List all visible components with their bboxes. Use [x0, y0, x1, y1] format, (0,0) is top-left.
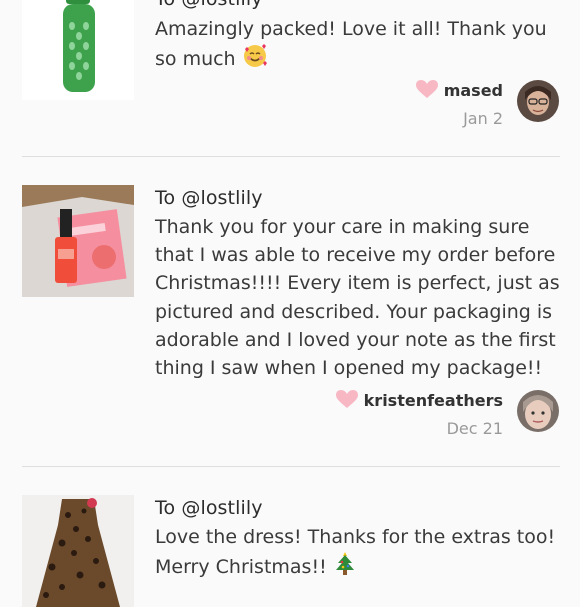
christmas-tree-icon — [333, 551, 357, 585]
review-date: Jan 2 — [463, 109, 503, 128]
product-thumbnail[interactable] — [22, 185, 134, 297]
reviewer-username[interactable]: kristenfeathers — [364, 391, 503, 410]
leopard-dress-image — [22, 495, 134, 607]
nail-polish-image — [22, 185, 134, 297]
divider — [22, 466, 560, 467]
product-thumbnail[interactable] — [22, 0, 134, 100]
heart-icon[interactable] — [335, 390, 358, 413]
review-date: Dec 21 — [446, 419, 503, 438]
review-meta: kristenfeathers Dec 21 — [335, 390, 503, 438]
product-thumbnail[interactable] — [22, 495, 134, 607]
reviewer-username[interactable]: mased — [444, 81, 503, 100]
review-meta: mased Jan 2 — [415, 80, 503, 128]
review-text: Thank you for your care in making sure t… — [155, 216, 560, 380]
reviewer-avatar[interactable] — [517, 390, 559, 432]
heart-icon[interactable] — [415, 80, 438, 103]
divider — [22, 156, 560, 157]
review-text-content: Amazingly packed! Love it all! Thank you… — [155, 18, 547, 71]
water-bottle-image — [22, 0, 134, 100]
review-recipient[interactable]: To @lostlily — [155, 0, 263, 10]
review-recipient[interactable]: To @lostlily — [155, 187, 263, 209]
reviewer-avatar[interactable] — [517, 80, 559, 122]
smiling-face-with-hearts-icon — [242, 43, 268, 77]
review-text: Love the dress! Thanks for the extras to… — [155, 523, 565, 585]
review-recipient[interactable]: To @lostlily — [155, 497, 263, 519]
review-text: Amazingly packed! Love it all! Thank you… — [155, 15, 565, 77]
